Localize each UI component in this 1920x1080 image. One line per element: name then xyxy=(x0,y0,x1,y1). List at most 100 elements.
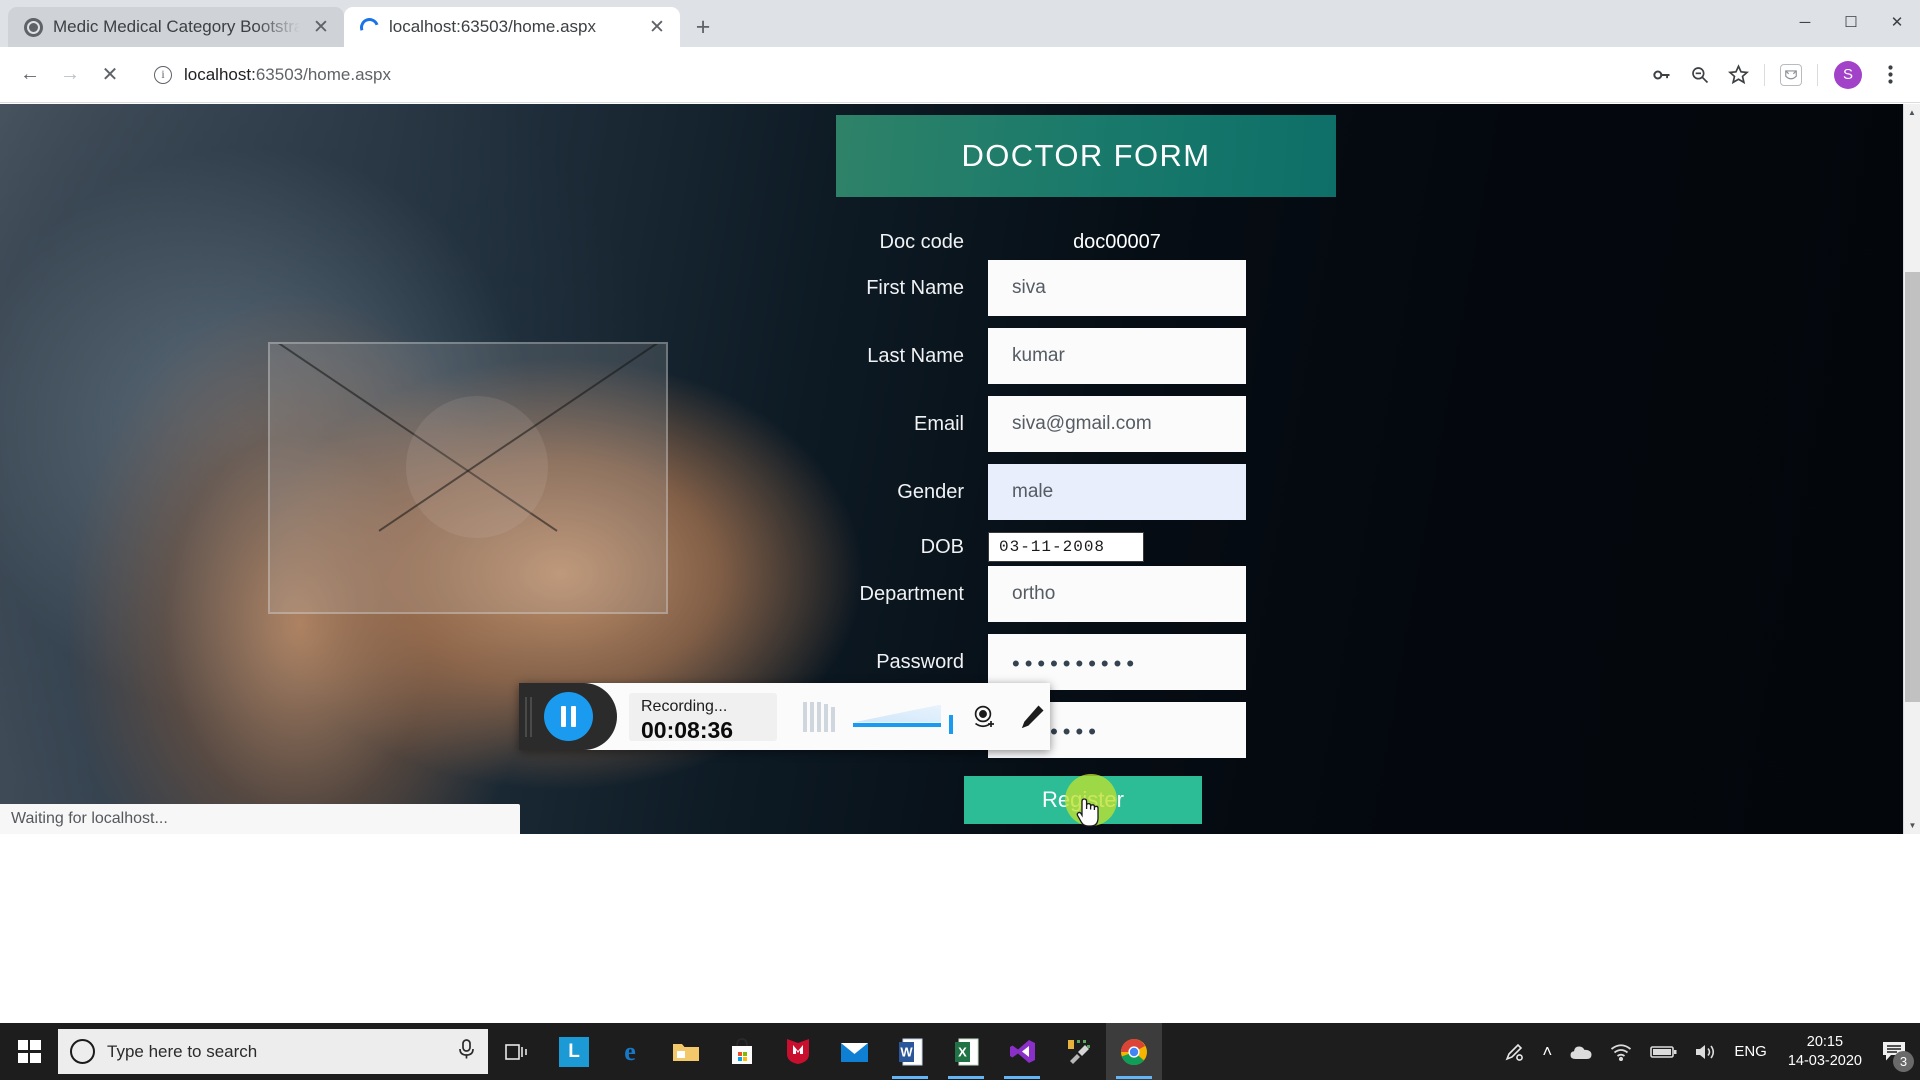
battery-icon[interactable] xyxy=(1641,1023,1686,1080)
label-first-name: First Name xyxy=(866,276,964,299)
envelope-graphic xyxy=(268,342,668,614)
scrollbar-thumb[interactable] xyxy=(1905,272,1920,702)
field-row-first-name: First Name siva xyxy=(836,260,1336,316)
pencil-draw-icon[interactable] xyxy=(1015,700,1049,734)
word-icon[interactable]: W xyxy=(882,1023,938,1080)
register-button[interactable]: Register xyxy=(964,774,1202,827)
system-tray: ˄ ENG 20:15 14-03-2020 3 xyxy=(1495,1023,1920,1080)
volume-knob[interactable] xyxy=(949,714,953,734)
visual-studio-icon[interactable] xyxy=(994,1023,1050,1080)
volume-wedge xyxy=(853,704,941,723)
action-center-icon[interactable]: 3 xyxy=(1874,1023,1920,1080)
speaker-icon[interactable] xyxy=(1686,1023,1725,1080)
browser-tab-1[interactable]: localhost:63503/home.aspx ✕ xyxy=(344,7,680,47)
site-info-icon[interactable]: i xyxy=(154,65,172,84)
address-bar[interactable]: i localhost:63503/home.aspx xyxy=(140,56,1632,93)
recorder-status-label: Recording... xyxy=(641,697,728,715)
email-input[interactable]: siva@gmail.com xyxy=(988,396,1246,452)
star-bookmark-icon[interactable] xyxy=(1720,57,1756,93)
first-name-input[interactable]: siva xyxy=(988,260,1246,316)
task-view-icon[interactable] xyxy=(488,1023,546,1080)
window-controls: ─ ☐ ✕ xyxy=(1782,0,1920,44)
last-name-input[interactable]: kumar xyxy=(988,328,1246,384)
lightshot-app-icon[interactable]: L xyxy=(546,1023,602,1080)
volume-slider[interactable] xyxy=(853,697,953,737)
dev-tools-icon[interactable] xyxy=(1050,1023,1106,1080)
field-row-last-name: Last Name kumar xyxy=(836,328,1336,384)
svg-text:W: W xyxy=(900,1044,913,1059)
three-dot-menu-icon[interactable] xyxy=(1872,57,1908,93)
browser-toolbar: ← → ✕ i localhost:63503/home.aspx S xyxy=(0,47,1920,103)
minimize-button[interactable]: ─ xyxy=(1782,0,1828,44)
drag-handle-icon[interactable] xyxy=(525,696,535,737)
tab-close-icon[interactable]: ✕ xyxy=(646,16,668,38)
label-gender: Gender xyxy=(897,480,964,503)
tab-close-icon[interactable]: ✕ xyxy=(310,16,332,38)
mouse-cursor-hand-icon xyxy=(1076,798,1099,827)
value-doc-code: doc00007 xyxy=(1073,231,1161,253)
close-window-button[interactable]: ✕ xyxy=(1874,0,1920,44)
label-last-name: Last Name xyxy=(867,344,964,367)
toolbar-divider-2 xyxy=(1817,63,1818,86)
windows-start-icon[interactable] xyxy=(0,1023,58,1080)
chevron-up-icon[interactable]: ˄ xyxy=(1533,1023,1561,1080)
dob-date-input[interactable]: 03-11-2008 xyxy=(988,532,1144,562)
forward-button[interactable]: → xyxy=(52,57,88,93)
microsoft-store-icon[interactable] xyxy=(714,1023,770,1080)
label-dob: DOB xyxy=(920,535,964,558)
label-doc-code: Doc code xyxy=(879,231,965,253)
loading-spinner-icon xyxy=(356,14,383,40)
gender-input[interactable]: male xyxy=(988,464,1246,520)
key-icon[interactable] xyxy=(1644,57,1680,93)
webcam-add-icon[interactable] xyxy=(967,700,1001,734)
maximize-button[interactable]: ☐ xyxy=(1828,0,1874,44)
page-scrollbar[interactable]: ▲ ▼ xyxy=(1903,104,1920,834)
scroll-down-arrow-icon[interactable]: ▼ xyxy=(1904,817,1920,834)
department-input[interactable]: ortho xyxy=(988,566,1246,622)
tab-strip: Medic Medical Category Bootstra ✕ localh… xyxy=(0,0,1920,47)
scroll-up-arrow-icon[interactable]: ▲ xyxy=(1904,104,1920,121)
label-department: Department xyxy=(859,582,965,605)
toolbar-actions: S xyxy=(1644,57,1908,93)
recorder-drag-area[interactable] xyxy=(519,683,617,750)
field-row-gender: Gender male xyxy=(836,464,1336,520)
url-host: localhost: xyxy=(184,64,256,84)
onedrive-cloud-icon[interactable] xyxy=(1561,1023,1601,1080)
cortana-icon[interactable] xyxy=(70,1039,95,1064)
globe-icon xyxy=(24,17,43,37)
file-explorer-icon[interactable] xyxy=(658,1023,714,1080)
language-indicator[interactable]: ENG xyxy=(1725,1023,1776,1080)
recorder-elapsed-time: 00:08:36 xyxy=(641,716,734,743)
microphone-icon[interactable] xyxy=(457,1038,476,1065)
browser-status-bar: Waiting for localhost... xyxy=(0,804,520,834)
new-tab-button[interactable]: + xyxy=(686,10,720,44)
edge-browser-icon[interactable]: e xyxy=(602,1023,658,1080)
field-row-password: Password •••••••••• xyxy=(836,634,1336,690)
address-bar-text: localhost:63503/home.aspx xyxy=(184,65,391,85)
notification-count-badge: 3 xyxy=(1893,1051,1914,1072)
volume-track xyxy=(853,722,941,727)
chrome-browser-icon[interactable] xyxy=(1106,1023,1162,1080)
recorder-pause-button[interactable] xyxy=(544,692,593,741)
clock-date: 14-03-2020 xyxy=(1787,1052,1862,1069)
svg-text:X: X xyxy=(958,1044,967,1059)
pen-input-icon[interactable] xyxy=(1495,1023,1533,1080)
profile-avatar[interactable]: S xyxy=(1834,60,1862,89)
field-row-department: Department ortho xyxy=(836,566,1336,622)
zoom-out-icon[interactable] xyxy=(1682,57,1718,93)
field-row-dob: DOB 03-11-2008 xyxy=(836,532,1336,562)
mail-icon[interactable] xyxy=(826,1023,882,1080)
taskbar-clock[interactable]: 20:15 14-03-2020 xyxy=(1776,1023,1874,1080)
stop-loading-button[interactable]: ✕ xyxy=(92,57,128,93)
audio-level-bars-icon xyxy=(803,701,835,732)
extension-icon[interactable] xyxy=(1773,57,1809,93)
mcafee-icon[interactable] xyxy=(770,1023,826,1080)
back-button[interactable]: ← xyxy=(12,57,48,93)
taskbar-search-box[interactable]: Type here to search xyxy=(58,1029,488,1074)
excel-icon[interactable]: X xyxy=(938,1023,994,1080)
password-input[interactable]: •••••••••• xyxy=(988,634,1246,690)
browser-tab-0[interactable]: Medic Medical Category Bootstra ✕ xyxy=(8,7,344,47)
toolbar-divider xyxy=(1764,63,1765,86)
wifi-icon[interactable] xyxy=(1601,1023,1641,1080)
url-path: 63503/home.aspx xyxy=(255,64,391,84)
